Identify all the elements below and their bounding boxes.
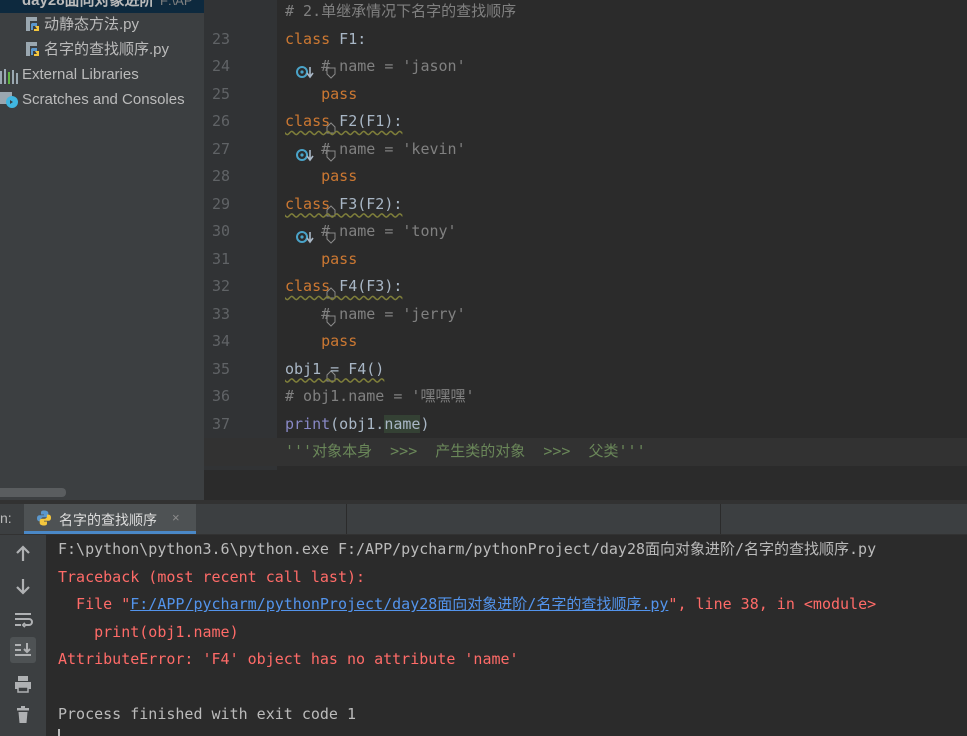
code-text: obj1 = F4()	[285, 359, 385, 378]
traceback-file-line: File "F:/APP/pycharm/pythonProject/day28…	[58, 591, 876, 619]
file-prefix: File "	[58, 595, 131, 613]
external-libraries-label: External Libraries	[22, 66, 139, 83]
editor-empty-area	[204, 470, 967, 500]
code-text: pass	[285, 332, 358, 350]
scratches-icon	[0, 91, 19, 117]
code-text: pass	[285, 84, 358, 103]
code-text: # name = 'jason'	[285, 57, 466, 75]
code-line[interactable]: 23 # 2.单继承情况下名字的查找顺序	[204, 0, 967, 48]
code-line[interactable]: 30 class F3(F2):	[204, 191, 967, 244]
print-icon[interactable]	[10, 671, 36, 697]
run-panel-header: n: 名字的查找顺序 ×	[0, 504, 967, 535]
soft-wrap-icon[interactable]	[10, 606, 36, 632]
tree-item-external-libraries[interactable]: External Libraries	[0, 62, 204, 87]
tree-item-file[interactable]: 名字的查找顺序.py	[0, 37, 204, 62]
code-text: class F1:	[285, 29, 367, 48]
code-line[interactable]: 35 pass	[204, 328, 967, 381]
code-text: pass	[285, 249, 358, 268]
code-line-current[interactable]: 39 '''对象本身 >>> 产生类的对象 >>> 父类'''	[204, 438, 967, 488]
console-output[interactable]: F:\python\python3.6\python.exe F:/APP/py…	[46, 535, 967, 736]
error-message: AttributeError: 'F4' object has no attri…	[58, 650, 519, 668]
close-icon[interactable]: ×	[172, 510, 180, 525]
code-text: # obj1.name = '嘿嘿嘿'	[285, 387, 475, 405]
code-text: class F2(F1):	[285, 112, 403, 130]
arrow-down-icon[interactable]	[10, 573, 36, 599]
code-line[interactable]: 37 # obj1.name = '嘿嘿嘿'	[204, 383, 967, 433]
sidebar-scrollbar[interactable]	[0, 488, 66, 497]
arrow-up-icon[interactable]	[10, 541, 36, 567]
console-command: F:\python\python3.6\python.exe F:/APP/py…	[58, 540, 877, 558]
code-text: class F4(F3):	[285, 277, 403, 295]
run-panel-label: n:	[0, 510, 12, 526]
code-text: print(obj1.name)	[285, 414, 430, 433]
traceback-header: Traceback (most recent call last):	[58, 567, 366, 586]
code-line[interactable]: 24 class F1:	[204, 26, 967, 79]
code-line[interactable]: 38 print(obj1.name)	[204, 411, 967, 460]
run-tab[interactable]: 名字的查找顺序 ×	[24, 504, 196, 534]
code-line[interactable]: 31 # name = 'tony'	[204, 218, 967, 268]
code-text: '''对象本身 >>> 产生类的对象 >>> 父类'''	[285, 442, 646, 460]
code-text: # name = 'kevin'	[285, 139, 466, 158]
file-suffix: ", line 38, in <module>	[668, 595, 877, 613]
code-text: # name = 'jerry'	[285, 304, 466, 323]
traceback-code: print(obj1.name)	[58, 622, 239, 641]
python-icon	[36, 510, 52, 531]
run-tab-title: 名字的查找顺序	[59, 512, 157, 528]
code-text: class F3(F2):	[285, 194, 403, 213]
tree-item-file[interactable]: 动静态方法.py	[0, 12, 204, 37]
code-line[interactable]: 34 # name = 'jerry'	[204, 301, 967, 351]
project-sidebar: day28面向对象进阶 F:\AP 动静态方法.py 名字的查找顺序.py Ex…	[0, 0, 204, 500]
console-caret	[58, 729, 60, 736]
header-divider	[346, 504, 347, 534]
code-line[interactable]: 29 pass	[204, 163, 967, 216]
header-divider	[720, 504, 721, 534]
code-line[interactable]: 26 pass	[204, 81, 967, 134]
code-editor[interactable]: 23 # 2.单继承情况下名字的查找顺序 24 class F1: 25 # n…	[204, 0, 967, 500]
exit-message: Process finished with exit code 1	[58, 705, 357, 723]
file-link[interactable]: F:/APP/pycharm/pythonProject/day28面向对象进阶…	[130, 595, 668, 613]
code-line[interactable]: 25 # name = 'jason'	[204, 53, 967, 103]
run-toolbar	[0, 535, 46, 736]
code-text: pass	[285, 167, 358, 185]
scratches-label: Scratches and Consoles	[22, 91, 185, 108]
tree-item-scratches[interactable]: Scratches and Consoles	[0, 87, 204, 112]
scroll-to-end-icon[interactable]	[10, 637, 36, 663]
code-text: # 2.单继承情况下名字的查找顺序	[285, 2, 517, 20]
file-label: 动静态方法.py	[44, 16, 140, 33]
code-line[interactable]: 27 class F2(F1):	[204, 108, 967, 162]
trash-icon[interactable]	[10, 702, 36, 728]
code-line[interactable]: 28 # name = 'kevin'	[204, 136, 967, 186]
code-line[interactable]: 33 class F4(F3):	[204, 273, 967, 327]
code-text: # name = 'tony'	[285, 222, 457, 240]
code-line[interactable]: 36 obj1 = F4()	[204, 356, 967, 406]
file-label: 名字的查找顺序.py	[44, 41, 170, 58]
code-line[interactable]: 32 pass	[204, 246, 967, 299]
